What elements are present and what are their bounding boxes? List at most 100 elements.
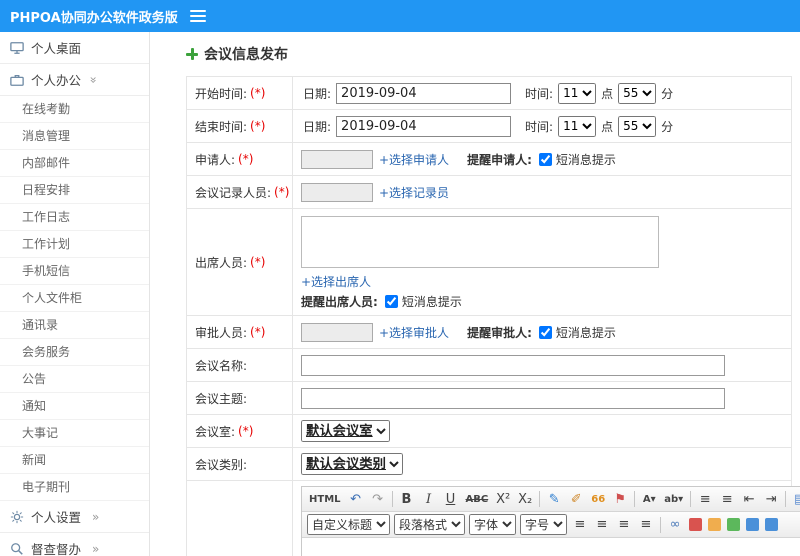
sidebar-item[interactable]: 会务服务 xyxy=(0,339,149,366)
select-recorder-link[interactable]: +选择记录员 xyxy=(379,184,449,201)
align-left-icon[interactable]: ≡ xyxy=(570,515,590,535)
subscript-icon[interactable]: X₂ xyxy=(515,489,535,509)
sidebar-item[interactable]: 通知 xyxy=(0,393,149,420)
sidebar-item-personal-desktop[interactable]: 个人桌面 xyxy=(0,32,149,64)
underline-icon[interactable]: U xyxy=(441,489,461,509)
end-minute-select[interactable]: 55 xyxy=(618,115,657,137)
required-marker: (*) xyxy=(238,152,254,166)
link-icon[interactable]: ∞ xyxy=(665,515,685,535)
main-content: 会议信息发布 开始时间: (*) 日期: 时间: 11 点 55 分 xyxy=(150,32,800,556)
editor-row2-icons: ≡ ≡ ≡ ≡ ∞ xyxy=(569,515,781,535)
sidebar-item[interactable]: 手机短信 xyxy=(0,258,149,285)
undo-icon[interactable]: ↶ xyxy=(346,489,366,509)
toolbar-separator xyxy=(690,491,692,507)
required-marker: (*) xyxy=(250,255,266,269)
unordered-list-icon[interactable]: ≡ xyxy=(717,489,737,509)
source-page-icon[interactable]: ▤ xyxy=(790,489,800,509)
sidebar-item[interactable]: 在线考勤 xyxy=(0,96,149,123)
superscript-icon[interactable]: X² xyxy=(493,489,513,509)
sidebar-item[interactable]: 大事记 xyxy=(0,420,149,447)
sidebar-item-personal-settings[interactable]: 个人设置 » xyxy=(0,501,149,533)
align-center-icon[interactable]: ≡ xyxy=(592,515,612,535)
end-hour-select[interactable]: 11 xyxy=(558,115,597,137)
date-label: 日期: xyxy=(303,86,332,101)
meeting-topic-input[interactable] xyxy=(301,387,725,409)
end-date-input[interactable] xyxy=(336,115,512,137)
strikethrough-icon[interactable]: ABC xyxy=(463,489,492,509)
indent-icon[interactable]: ⇥ xyxy=(761,489,781,509)
table-icon[interactable] xyxy=(746,518,759,531)
sidebar-item[interactable]: 新闻 xyxy=(0,447,149,474)
ordered-list-icon[interactable]: ≡ xyxy=(695,489,715,509)
image-icon[interactable] xyxy=(689,518,702,531)
field-label: 会议记录人员: xyxy=(195,185,272,200)
sidebar-item[interactable]: 日程安排 xyxy=(0,177,149,204)
form-row-editor: HTML↶↷BIUABCX²X₂✎✐66⚑A▾ab▾≡≡⇤⇥▤ 自定义标题段落格… xyxy=(187,481,800,556)
editor-content-area[interactable] xyxy=(302,538,800,556)
applicant-input[interactable] xyxy=(301,149,373,169)
sidebar-submenu: 在线考勤 消息管理 内部邮件 日程安排 工作日志 工作计划 手机短信 个人文件柜 通讯录 会务服务… xyxy=(0,96,149,501)
magnifier-icon xyxy=(11,542,23,555)
approver-input[interactable] xyxy=(301,322,373,342)
briefcase-icon xyxy=(10,74,24,86)
field-label: 会议名称: xyxy=(195,358,248,373)
approver-sms-checkbox[interactable] xyxy=(538,325,552,339)
meeting-category-select[interactable]: 默认会议类别 xyxy=(301,453,403,475)
form-row-approver: 审批人员: (*) +选择审批人 提醒审批人: 短消息提示 xyxy=(187,316,791,349)
topbar: PHPOA协同办公软件政务版 xyxy=(0,0,800,32)
sidebar-item[interactable]: 工作日志 xyxy=(0,204,149,231)
sidebar-item[interactable]: 工作计划 xyxy=(0,231,149,258)
start-hour-select[interactable]: 11 xyxy=(558,82,597,104)
meeting-room-select[interactable]: 默认会议室 xyxy=(301,420,390,442)
page-title-text: 会议信息发布 xyxy=(204,47,288,63)
sidebar-item-personal-office[interactable]: 个人办公 » xyxy=(0,64,149,96)
sidebar-item[interactable]: 电子期刊 xyxy=(0,474,149,501)
sidebar-item-supervision[interactable]: 督查督办 » xyxy=(0,533,149,556)
sidebar-item[interactable]: 公告 xyxy=(0,366,149,393)
toolbar-separator xyxy=(391,491,393,507)
select-applicant-link[interactable]: +选择申请人 xyxy=(379,151,449,168)
bold-icon[interactable]: B xyxy=(397,489,417,509)
italic-icon[interactable]: I xyxy=(419,489,439,509)
redo-icon[interactable]: ↷ xyxy=(368,489,388,509)
meeting-name-input[interactable] xyxy=(301,354,725,376)
custom-title-select[interactable]: 自定义标题 xyxy=(307,514,390,535)
start-minute-select[interactable]: 55 xyxy=(618,82,657,104)
sidebar-item[interactable]: 通讯录 xyxy=(0,312,149,339)
time-label: 时间: xyxy=(525,86,554,101)
start-date-input[interactable] xyxy=(336,82,512,104)
remind-applicant-label: 提醒申请人: xyxy=(467,152,532,167)
plugins-icon[interactable]: ⚑ xyxy=(610,489,630,509)
insert-code-icon[interactable] xyxy=(765,518,778,531)
hour-unit-label: 点 xyxy=(601,86,614,101)
media-icon[interactable] xyxy=(708,518,721,531)
sidebar-item[interactable]: 内部邮件 xyxy=(0,150,149,177)
paragraph-format-select[interactable]: 段落格式 xyxy=(394,514,465,535)
select-approver-link[interactable]: +选择审批人 xyxy=(379,324,449,341)
minute-unit-label: 分 xyxy=(661,119,674,134)
attendees-sms-checkbox[interactable] xyxy=(384,295,398,308)
attendees-textarea[interactable] xyxy=(301,216,659,268)
sms-hint-label: 短消息提示 xyxy=(555,152,616,167)
form-row-end-time: 结束时间: (*) 日期: 时间: 11 点 55 分 xyxy=(187,110,791,143)
quick-format-icon[interactable]: ✐ xyxy=(566,489,586,509)
font-color-icon[interactable]: A▾ xyxy=(639,489,659,509)
recorder-input[interactable] xyxy=(301,182,373,202)
blockquote-icon[interactable]: 66 xyxy=(588,489,608,509)
sidebar-item[interactable]: 消息管理 xyxy=(0,123,149,150)
align-justify-icon[interactable]: ≡ xyxy=(636,515,656,535)
form-row-start-time: 开始时间: (*) 日期: 时间: 11 点 55 分 xyxy=(187,77,791,110)
remind-attendees-label: 提醒出席人员: xyxy=(301,295,378,309)
applicant-sms-checkbox[interactable] xyxy=(538,152,552,166)
font-family-select[interactable]: 字体 xyxy=(469,514,516,535)
align-right-icon[interactable]: ≡ xyxy=(614,515,634,535)
font-size-select[interactable]: 字号 xyxy=(520,514,567,535)
html-source-button[interactable]: HTML xyxy=(306,489,344,509)
format-painter-icon[interactable]: ✎ xyxy=(544,489,564,509)
select-attendees-link[interactable]: +选择出席人 xyxy=(301,273,371,290)
hamburger-menu-icon[interactable] xyxy=(190,10,206,22)
outdent-icon[interactable]: ⇤ xyxy=(739,489,759,509)
emoticon-icon[interactable] xyxy=(727,518,740,531)
highlight-color-icon[interactable]: ab▾ xyxy=(661,489,686,509)
sidebar-item[interactable]: 个人文件柜 xyxy=(0,285,149,312)
